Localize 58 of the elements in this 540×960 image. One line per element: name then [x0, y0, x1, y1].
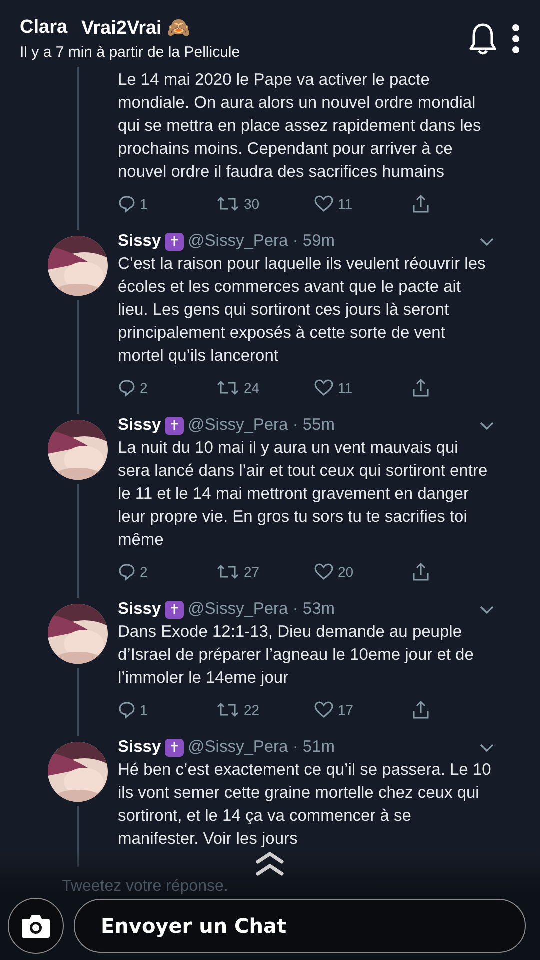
- tweet-text: Le 14 mai 2020 le Pape va activer le pacte mondiale. On aura alors un nouvel ordre mondial qui se mettra en place assez rapidement dans les prochains moins. Cependant pour arriver à ce nouvel ordre il faudra des sacrifices humains: [118, 70, 482, 183]
- heart-icon[interactable]: [314, 195, 334, 213]
- story-author-name: Clara: [20, 17, 68, 39]
- share-icon[interactable]: [412, 194, 430, 214]
- like-count: 11: [338, 196, 353, 212]
- share-icon[interactable]: [412, 378, 430, 398]
- reply-count: 1: [140, 702, 148, 718]
- cross-badge: ✝: [165, 600, 184, 618]
- retweet-icon[interactable]: [216, 195, 240, 213]
- share-icon[interactable]: [412, 562, 430, 582]
- chat-input-field[interactable]: Envoyer un Chat: [74, 899, 526, 953]
- heart-icon[interactable]: [314, 701, 334, 719]
- tweet-text: Hé ben c’est exactement ce qu’il se passera. Le 10 ils vont semer cette graine mortelle chez ceux qui sortiront, et le 14 ça va commencer à se manifester. Voir les jours: [118, 760, 492, 850]
- like-count: 17: [338, 702, 354, 718]
- handle-and-time: @Sissy_Pera · 59m: [188, 232, 336, 251]
- like-count: 11: [338, 380, 353, 396]
- swipe-up-icon[interactable]: [254, 850, 286, 878]
- reply-input-field[interactable]: Tweetez votre réponse.: [58, 878, 366, 896]
- author-name: Sissy: [118, 416, 162, 435]
- heart-icon[interactable]: [314, 563, 334, 581]
- share-icon[interactable]: [412, 700, 430, 720]
- reply-icon[interactable]: [118, 195, 136, 213]
- retweet-count: 24: [244, 380, 260, 396]
- story-timestamp: Il y a 7 min à partir de la Pellicule: [20, 44, 242, 61]
- tweet-text: La nuit du 10 mai il y aura un vent mauvais qui sera lancé dans l’air et tout ceux qui sortiront entre le 11 et le 14 mai mettront gravement en danger leur propre vie. En gros tu sors tu te sacrifies toi même: [118, 438, 489, 551]
- retweet-icon[interactable]: [216, 563, 240, 581]
- reply-icon[interactable]: [118, 701, 136, 719]
- author-name: Sissy: [118, 600, 162, 619]
- cross-badge: ✝: [165, 416, 184, 434]
- like-count: 20: [338, 564, 354, 580]
- story-title: Vrai2Vrai 🙈: [82, 17, 192, 40]
- retweet-count: 27: [244, 564, 260, 580]
- retweet-count: 22: [244, 702, 260, 718]
- author-name: Sissy: [118, 232, 162, 251]
- tweet-text: C’est la raison pour laquelle ils veulent réouvrir les écoles et les commerces avant que le pacte ait lieu. Les gens qui sortiront ces jours là seront principalement exposés à cette sorte de vent mortel qu’ils lanceront: [118, 254, 487, 367]
- chevron-down-icon[interactable]: [480, 238, 494, 246]
- reply-count: 1: [140, 196, 148, 212]
- more-options-icon[interactable]: [512, 24, 520, 54]
- bell-icon[interactable]: [468, 22, 498, 56]
- chevron-down-icon[interactable]: [480, 422, 494, 430]
- reply-count: 2: [140, 564, 148, 580]
- retweet-icon[interactable]: [216, 701, 240, 719]
- chevron-down-icon[interactable]: [480, 744, 494, 752]
- reply-icon[interactable]: [118, 379, 136, 397]
- reply-icon[interactable]: [118, 563, 136, 581]
- cross-badge: ✝: [165, 232, 184, 250]
- handle-and-time: @Sissy_Pera · 53m: [188, 600, 336, 619]
- cross-badge: ✝: [165, 738, 184, 756]
- retweet-count: 30: [244, 196, 260, 212]
- retweet-icon[interactable]: [216, 379, 240, 397]
- tweet-text: Dans Exode 12:1-13, Dieu demande au peuple d’Israel de préparer l’agneau le 10eme jour et de l’immoler le 14eme jour: [118, 622, 475, 689]
- reply-count: 2: [140, 380, 148, 396]
- heart-icon[interactable]: [314, 379, 334, 397]
- handle-and-time: @Sissy_Pera · 51m: [188, 738, 336, 757]
- camera-icon: [21, 913, 51, 939]
- author-name: Sissy: [118, 738, 162, 757]
- chevron-down-icon[interactable]: [480, 606, 494, 614]
- handle-and-time: @Sissy_Pera · 55m: [188, 416, 336, 435]
